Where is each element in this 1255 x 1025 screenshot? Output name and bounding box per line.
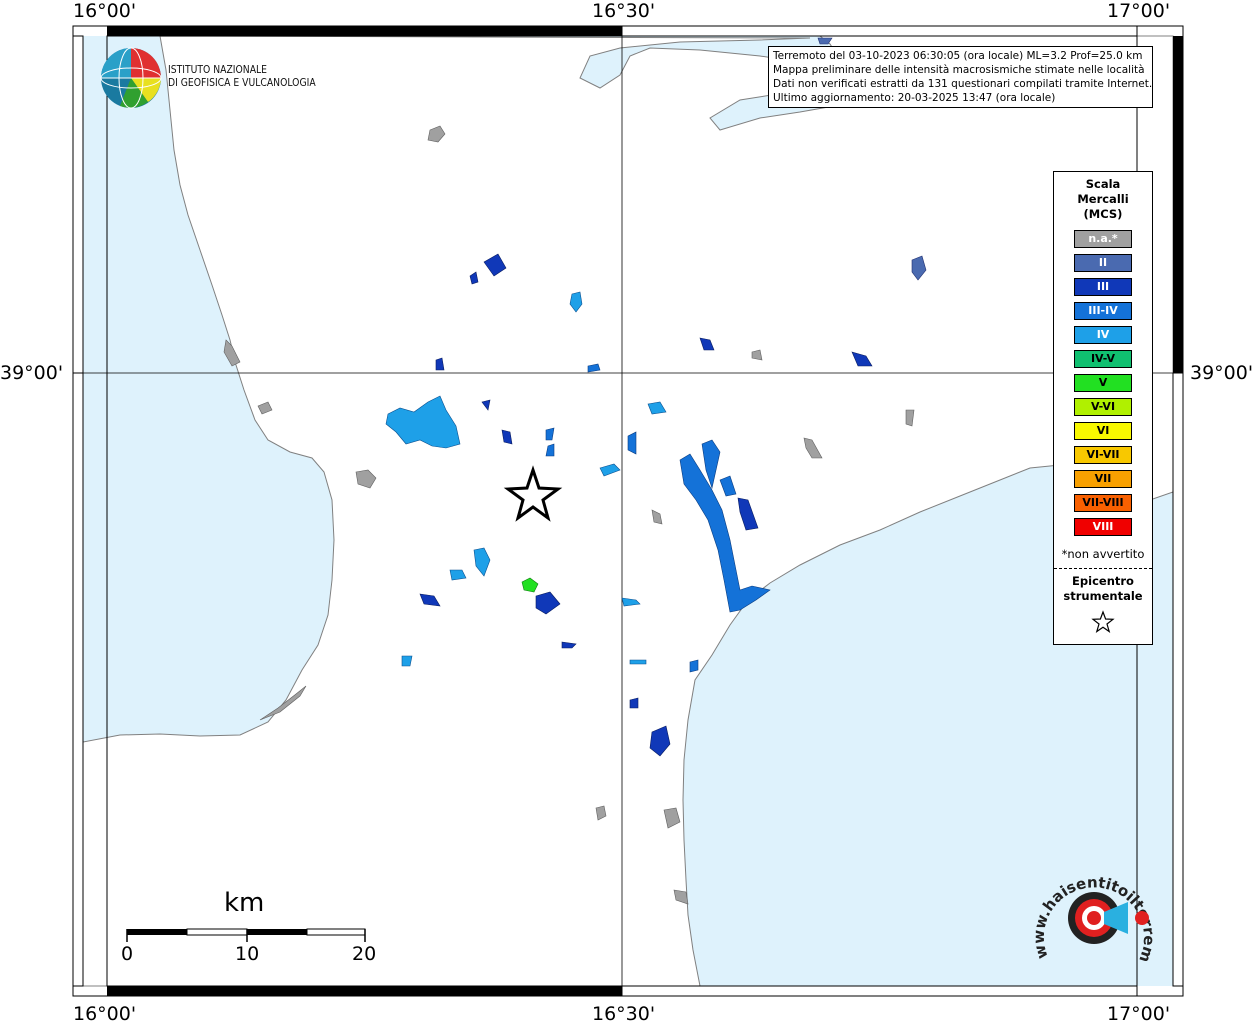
legend-item: V-VI [1074,398,1132,416]
scale-seg-2 [186,928,248,936]
municipality [629,697,639,709]
coord-top-left: 16°00' [73,0,137,22]
scale-unit: km [224,888,265,918]
municipality [401,655,413,667]
legend-divider [1054,568,1152,569]
legend-epicenter-line2: strumentale [1063,589,1143,603]
event-info-line3: Dati non verificati estratti da 131 ques… [773,78,1153,90]
ingv-line1: ISTITUTO NAZIONALE [168,64,268,76]
scale-label-10: 10 [235,943,260,965]
legend-item: V [1074,374,1132,392]
coord-right-39: 39°00' [1190,362,1254,384]
border-left-seg2 [72,372,84,987]
coord-top-mid: 16°30' [592,0,656,22]
scale-seg-1 [127,929,187,935]
legend-epicenter-line1: Epicentro [1072,574,1134,588]
legend-item: VII-VIII [1074,494,1132,512]
legend-item: VI-VII [1074,446,1132,464]
legend-item: II [1074,254,1132,272]
hsit-logo-icon: www.haisentitoilterremoto.it [1030,862,1158,965]
legend-title: Scala Mercalli (MCS) [1054,177,1152,222]
municipality [627,431,637,455]
border-bottom-seg2 [621,985,1138,997]
legend-item: n.a.* [1074,230,1132,248]
legend-title-line2: Mercalli [1077,192,1129,206]
coord-bottom-left: 16°00' [73,1003,137,1025]
municipality [751,349,763,361]
coord-bottom-right: 17°00' [1107,1003,1171,1025]
coord-top-right: 17°00' [1107,0,1171,22]
legend-epicenter-label: Epicentro strumentale [1054,574,1152,604]
municipality [689,659,699,673]
legend-item: IV [1074,326,1132,344]
ingv-name: ISTITUTO NAZIONALE DI GEOFISICA E VULCAN… [168,64,316,90]
border-top-seg1 [107,26,622,36]
legend-note: *non avvertito [1061,547,1145,561]
legend-item: VI [1074,422,1132,440]
legend-item: III [1074,278,1132,296]
scale-label-0: 0 [121,943,134,965]
border-right-seg2 [1172,372,1184,987]
border-bottom-seg1 [107,986,622,996]
legend-title-line3: (MCS) [1083,207,1123,221]
border-left-seg1 [72,35,84,374]
border-top-seg2 [621,25,1138,37]
event-info-box: Terremoto del 03-10-2023 06:30:05 (ora l… [768,46,1153,108]
municipality [629,659,647,665]
event-info-line2: Mappa preliminare delle intensità macros… [773,64,1145,76]
scale-seg-3 [247,929,307,935]
legend-item: VII [1074,470,1132,488]
ingv-line2: DI GEOFISICA E VULCANOLOGIA [168,77,316,89]
ingv-globe-icon [100,47,162,109]
legend-star-icon [1091,610,1115,633]
legend-item: VIII [1074,518,1132,536]
legend-title-line1: Scala [1085,177,1121,191]
scale-seg-4 [306,928,366,936]
coord-left-39: 39°00' [0,362,64,384]
border-right-seg1 [1173,36,1183,373]
coord-bottom-mid: 16°30' [592,1003,656,1025]
legend-item: IV-V [1074,350,1132,368]
scale-label-20: 20 [352,943,377,965]
mcs-legend: Scala Mercalli (MCS) n.a.* II III III-IV IV I… [1053,171,1153,645]
legend-item: III-IV [1074,302,1132,320]
event-info-line4: Ultimo aggiornamento: 20-03-2025 13:47 (… [773,92,1056,104]
event-info-line1: Terremoto del 03-10-2023 06:30:05 (ora l… [773,50,1143,62]
